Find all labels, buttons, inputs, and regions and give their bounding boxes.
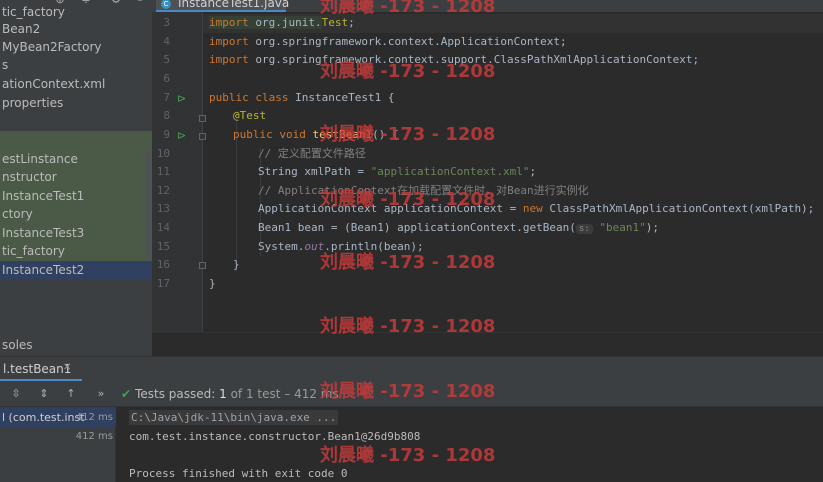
code-line: public class InstanceTest1 {: [209, 91, 395, 104]
tree-item[interactable]: MyBean2Factory: [0, 38, 152, 56]
run-tab-testbean1[interactable]: l.testBean1 ✕: [0, 357, 82, 382]
code-line: Bean1 bean = (Bean1) applicationContext.…: [258, 221, 659, 234]
test-result-row[interactable]: 412 ms: [0, 427, 116, 446]
watermark: 刘晨曦 -173 - 1208: [320, 0, 496, 17]
watermark: 刘晨曦 -173 - 1208: [320, 381, 496, 402]
tree-item[interactable]: s: [0, 56, 152, 74]
code-line: import org.springframework.context.Appli…: [209, 35, 567, 48]
tree-scrollbar[interactable]: [145, 150, 151, 260]
line-number: 8: [163, 109, 170, 122]
watermark: 刘晨曦 -173 - 1208: [320, 316, 496, 337]
arrow-up-icon[interactable]: ↑: [65, 388, 77, 400]
console-line: Process finished with exit code 0: [129, 467, 348, 480]
close-icon[interactable]: ✕: [63, 362, 71, 373]
chevron-right-icon[interactable]: »: [95, 388, 107, 400]
code-line: @Test: [233, 109, 267, 122]
project-tree-panel: ⊕ ≑ ⚙ – tic_factory Bean2 MyBean2Factory…: [0, 0, 152, 356]
fold-marker[interactable]: [199, 133, 206, 140]
tree-item[interactable]: InstanceTest1: [0, 187, 152, 205]
line-number: 5: [163, 53, 170, 66]
line-number: 9: [163, 128, 170, 141]
code-line: }: [233, 258, 240, 271]
watermark: 刘晨曦 -173 - 1208: [320, 189, 496, 210]
fold-marker[interactable]: [199, 262, 206, 269]
line-number: 11: [156, 165, 170, 178]
line-number: 15: [156, 240, 170, 253]
watermark: 刘晨曦 -173 - 1208: [320, 61, 496, 82]
console-command[interactable]: C:\Java\jdk-11\bin\java.exe ...: [129, 410, 339, 425]
tree-item[interactable]: tic_factory: [0, 242, 152, 260]
tab-instancetest1[interactable]: C InstanceTest1.java: [156, 0, 289, 12]
fold-marker[interactable]: [199, 115, 206, 122]
line-number: 6: [163, 72, 170, 85]
tree-item[interactable]: Bean2: [0, 20, 152, 38]
test-results-tree: l (com.test.inst 412 ms 412 ms: [0, 407, 116, 482]
expand-all-icon[interactable]: ⇳: [10, 388, 22, 400]
tests-passed-status: ✔ Tests passed: 1 of 1 test – 412 ms: [121, 387, 339, 401]
watermark: 刘晨曦 -173 - 1208: [320, 252, 496, 273]
tree-item[interactable]: estLinstance: [0, 150, 152, 168]
tree-item[interactable]: ationContext.xml: [0, 75, 152, 93]
tree-item[interactable]: InstanceTest3: [0, 224, 152, 242]
java-class-icon: C: [161, 0, 171, 9]
tree-item[interactable]: properties: [0, 94, 152, 112]
line-number: 12: [156, 184, 170, 197]
parameter-hint: s:: [575, 224, 593, 234]
run-method-icon[interactable]: ⊳: [177, 130, 189, 142]
test-result-row[interactable]: l (com.test.inst 412 ms: [0, 408, 116, 427]
tree-item[interactable]: tic_factory: [0, 3, 152, 21]
code-line: String xmlPath = "applicationContext.xml…: [258, 165, 537, 178]
line-number: 13: [156, 202, 170, 215]
watermark: 刘晨曦 -173 - 1208: [320, 124, 496, 145]
tree-item[interactable]: soles: [0, 336, 152, 354]
code-line: // 定义配置文件路径: [258, 147, 366, 160]
collapse-all-icon[interactable]: ⇕: [38, 388, 50, 400]
watermark: 刘晨曦 -173 - 1208: [320, 445, 496, 466]
line-number: 7: [163, 91, 170, 104]
code-line: }: [209, 277, 216, 290]
line-number: 14: [156, 221, 170, 234]
run-class-icon[interactable]: ⊳: [177, 93, 189, 105]
tree-item[interactable]: nstructor: [0, 168, 152, 186]
line-number: 10: [156, 147, 170, 160]
line-number: 4: [163, 35, 170, 48]
gutter-separator: [202, 12, 203, 332]
line-number: 17: [156, 277, 170, 290]
check-icon: ✔: [121, 387, 132, 401]
tree-item-selected[interactable]: InstanceTest2: [0, 261, 152, 279]
tree-item[interactable]: ctory: [0, 205, 152, 223]
line-number: 3: [163, 16, 170, 29]
line-number: 16: [156, 258, 170, 271]
